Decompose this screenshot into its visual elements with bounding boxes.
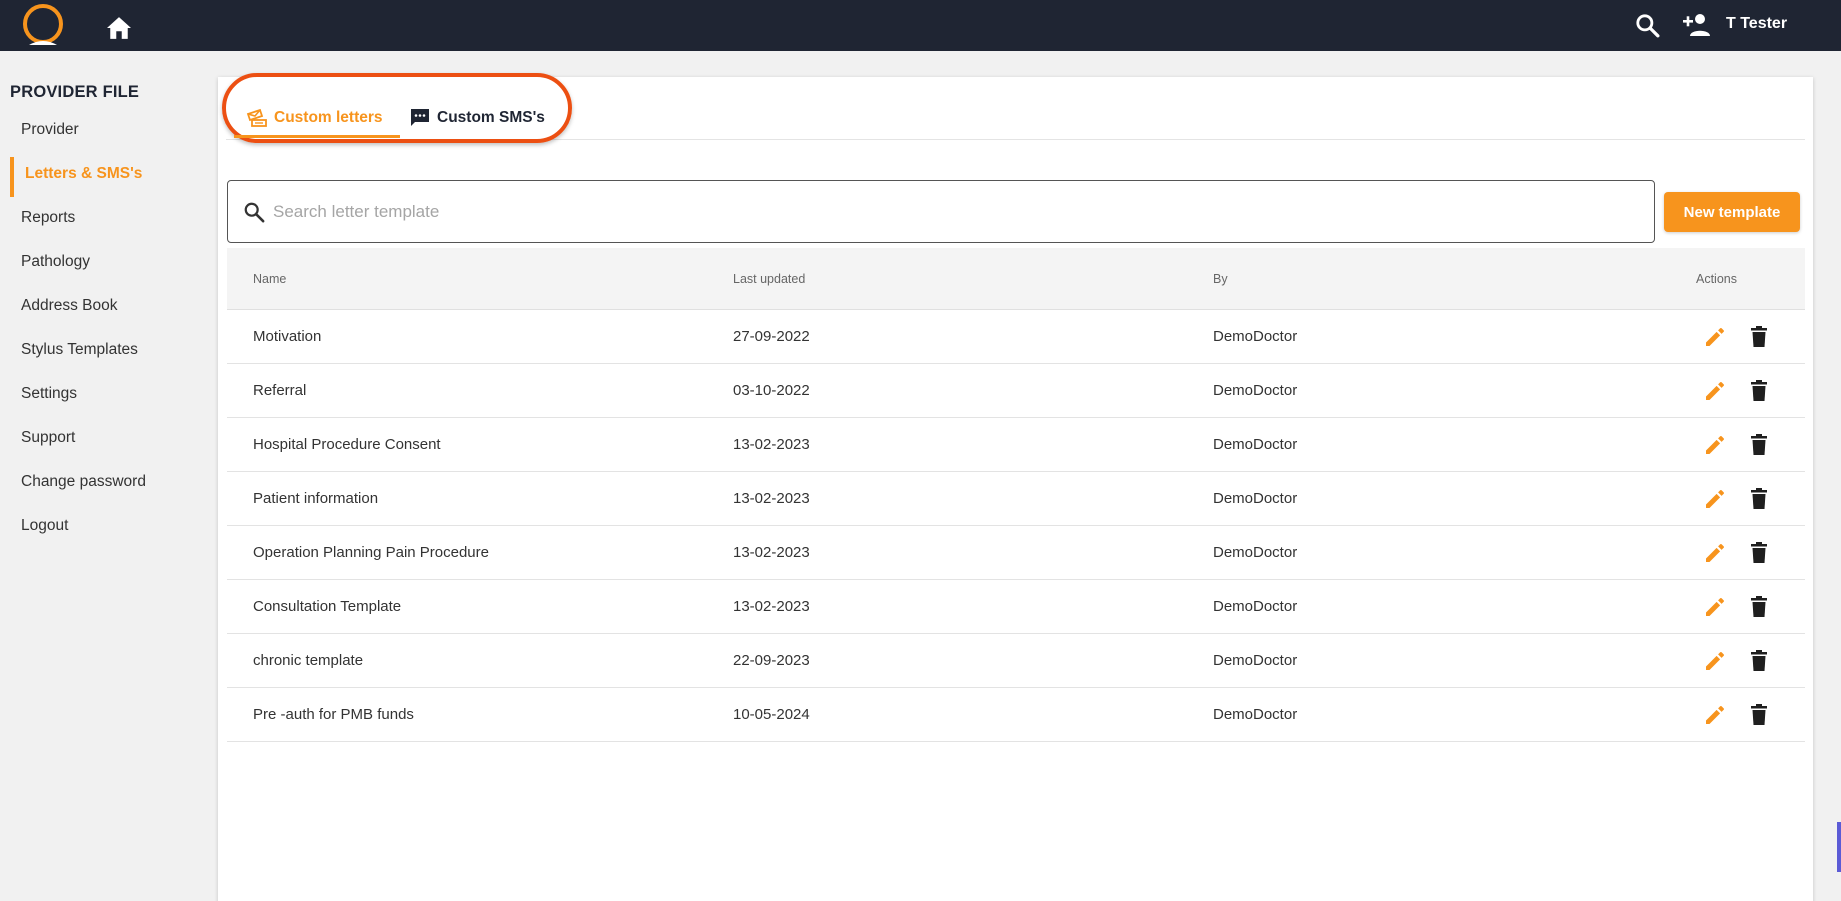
sidebar-item-pathology[interactable]: Pathology: [21, 247, 90, 277]
delete-icon[interactable]: [1748, 325, 1770, 349]
sidebar-item-change-password[interactable]: Change password: [21, 467, 146, 497]
table-row[interactable]: Operation Planning Pain Procedure 13-02-2…: [227, 526, 1805, 580]
header-actions: Actions: [1696, 272, 1737, 286]
table-row[interactable]: Hospital Procedure Consent 13-02-2023 Demo…: [227, 418, 1805, 472]
tab-custom-letters-label: Custom letters: [274, 108, 383, 126]
sidebar-item-stylus-templates[interactable]: Stylus Templates: [21, 335, 138, 365]
table-row[interactable]: Consultation Template 13-02-2023 DemoDocto…: [227, 580, 1805, 634]
home-icon[interactable]: [105, 16, 133, 40]
tab-custom-sms-label: Custom SMS's: [437, 108, 545, 126]
row-last-updated: 13-02-2023: [733, 490, 810, 507]
sidebar-item-settings[interactable]: Settings: [21, 379, 77, 409]
sidebar-item-logout[interactable]: Logout: [21, 511, 68, 541]
logo-icon[interactable]: [19, 3, 67, 49]
main-card: Custom letters Custom SMS's New template…: [218, 73, 1813, 901]
table-row[interactable]: Patient information 13-02-2023 DemoDoctor: [227, 472, 1805, 526]
row-last-updated: 13-02-2023: [733, 436, 810, 453]
delete-icon[interactable]: [1748, 487, 1770, 511]
row-last-updated: 22-09-2023: [733, 652, 810, 669]
row-name: Pre -auth for PMB funds: [253, 706, 414, 723]
table-row[interactable]: Motivation 27-09-2022 DemoDoctor: [227, 310, 1805, 364]
row-by: DemoDoctor: [1213, 490, 1298, 507]
header-name[interactable]: Name: [253, 272, 286, 286]
templates-table: Name Last updated By Actions Motivation 2…: [227, 248, 1805, 742]
sidebar-item-support[interactable]: Support: [21, 423, 75, 453]
edit-icon[interactable]: [1703, 649, 1727, 673]
tab-custom-letters[interactable]: Custom letters: [246, 95, 383, 140]
delete-icon[interactable]: [1748, 541, 1770, 565]
scrollbar-thumb[interactable]: [1837, 822, 1841, 872]
table-row[interactable]: Referral 03-10-2022 DemoDoctor: [227, 364, 1805, 418]
top-bar: T Tester: [0, 0, 1841, 51]
table-body: Motivation 27-09-2022 DemoDoctor Referral 03…: [227, 310, 1805, 742]
row-by: DemoDoctor: [1213, 598, 1298, 615]
edit-icon[interactable]: [1703, 487, 1727, 511]
edit-icon[interactable]: [1703, 325, 1727, 349]
edit-icon[interactable]: [1703, 595, 1727, 619]
search-icon[interactable]: [1634, 12, 1660, 38]
row-name: Hospital Procedure Consent: [253, 436, 441, 453]
delete-icon[interactable]: [1748, 595, 1770, 619]
row-last-updated: 27-09-2022: [733, 328, 810, 345]
delete-icon[interactable]: [1748, 703, 1770, 727]
row-name: Operation Planning Pain Procedure: [253, 544, 489, 561]
row-name: chronic template: [253, 652, 364, 669]
row-name: Motivation: [253, 328, 322, 345]
user-name[interactable]: T Tester: [1726, 15, 1787, 33]
delete-icon[interactable]: [1748, 649, 1770, 673]
row-by: DemoDoctor: [1213, 652, 1298, 669]
letter-icon: [246, 108, 267, 127]
row-by: DemoDoctor: [1213, 328, 1298, 345]
row-name: Patient information: [253, 490, 379, 507]
edit-icon[interactable]: [1703, 433, 1727, 457]
sms-icon: [411, 108, 429, 126]
row-by: DemoDoctor: [1213, 382, 1298, 399]
row-name: Referral: [253, 382, 307, 399]
row-name: Consultation Template: [253, 598, 402, 615]
search-input[interactable]: [273, 201, 1633, 222]
table-row[interactable]: Pre -auth for PMB funds 10-05-2024 DemoDoc…: [227, 688, 1805, 742]
edit-icon[interactable]: [1703, 541, 1727, 565]
delete-icon[interactable]: [1748, 433, 1770, 457]
row-last-updated: 13-02-2023: [733, 598, 810, 615]
active-tab-underline: [234, 135, 400, 138]
row-by: DemoDoctor: [1213, 544, 1298, 561]
sidebar-title: PROVIDER FILE: [10, 83, 140, 101]
row-by: DemoDoctor: [1213, 436, 1298, 453]
row-last-updated: 13-02-2023: [733, 544, 810, 561]
search-field[interactable]: [227, 180, 1655, 243]
table-row[interactable]: chronic template 22-09-2023 DemoDoctor: [227, 634, 1805, 688]
active-indicator: [10, 157, 14, 197]
row-by: DemoDoctor: [1213, 706, 1298, 723]
tab-custom-sms[interactable]: Custom SMS's: [409, 95, 545, 140]
tabs-bar: Custom letters Custom SMS's: [222, 73, 1805, 143]
delete-icon[interactable]: [1748, 379, 1770, 403]
sidebar: PROVIDER FILE Provider Letters & SMS's R…: [0, 51, 218, 901]
row-last-updated: 10-05-2024: [733, 706, 810, 723]
sidebar-item-provider[interactable]: Provider: [21, 115, 79, 145]
sidebar-item-letters-sms[interactable]: Letters & SMS's: [25, 159, 142, 189]
sidebar-item-reports[interactable]: Reports: [21, 203, 75, 233]
sidebar-item-address-book[interactable]: Address Book: [21, 291, 118, 321]
add-user-icon[interactable]: [1681, 11, 1711, 37]
header-last-updated[interactable]: Last updated: [733, 272, 805, 286]
header-by[interactable]: By: [1213, 272, 1228, 286]
search-icon: [244, 202, 265, 222]
row-last-updated: 03-10-2022: [733, 382, 810, 399]
edit-icon[interactable]: [1703, 379, 1727, 403]
table-header: Name Last updated By Actions: [227, 248, 1805, 310]
edit-icon[interactable]: [1703, 703, 1727, 727]
new-template-button[interactable]: New template: [1664, 192, 1800, 232]
